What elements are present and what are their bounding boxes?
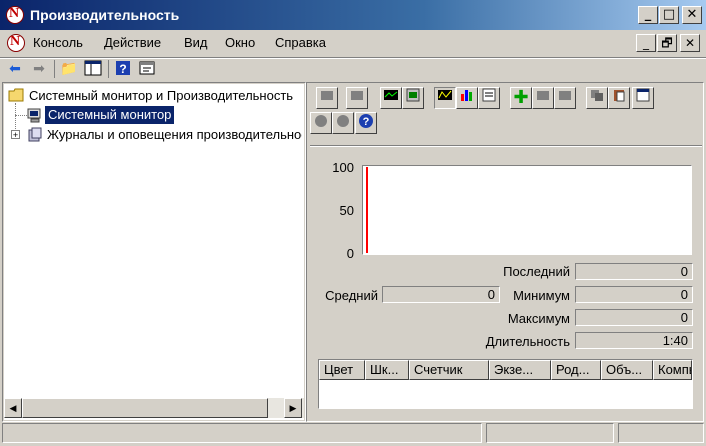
tree-item-logs-alerts[interactable]: Журналы и оповещения производительности	[47, 127, 302, 142]
y-axis-tick-0: 0	[346, 246, 354, 261]
help-glyph: ?	[363, 116, 370, 128]
column-scale[interactable]: Шк...	[365, 360, 409, 380]
maximum-label: Максимум	[507, 311, 570, 326]
tree-line	[15, 115, 27, 117]
paste-counter-list-icon[interactable]	[608, 87, 630, 109]
last-label: Последний	[503, 264, 570, 279]
toolbar-divider-light	[0, 58, 706, 59]
window-title: Производительность	[30, 7, 180, 23]
view-current-activity-icon[interactable]	[380, 87, 402, 109]
show-hide-tree-icon[interactable]	[84, 60, 102, 78]
status-bar-panel-3	[618, 423, 704, 443]
mdi-minimize-button[interactable]: _	[636, 34, 656, 52]
maximum-value: 0	[575, 309, 693, 326]
help-icon[interactable]: ?	[114, 60, 132, 78]
menu-console[interactable]: Консоль	[33, 35, 83, 50]
view-report-icon[interactable]	[478, 87, 500, 109]
view-log-data-icon[interactable]	[402, 87, 424, 109]
up-folder-icon[interactable]: 📁	[60, 60, 78, 78]
menu-help[interactable]: Справка	[275, 35, 326, 50]
app-logo-icon	[6, 6, 24, 24]
sysmon-properties-icon[interactable]	[632, 87, 654, 109]
column-computer[interactable]: Компьютер	[653, 360, 692, 380]
tree-expander-plus[interactable]: +	[11, 130, 20, 140]
properties-icon[interactable]	[138, 60, 156, 78]
scroll-right-button[interactable]: ▶	[284, 398, 302, 418]
logs-alerts-icon	[27, 127, 43, 146]
menu-action[interactable]: Действие	[104, 35, 161, 50]
minimum-value: 0	[575, 286, 693, 303]
view-histogram-icon[interactable]	[456, 87, 478, 109]
last-value: 0	[575, 263, 693, 280]
column-parent[interactable]: Род...	[551, 360, 601, 380]
forward-arrow-icon[interactable]: ➡	[30, 60, 48, 78]
toolbar-separator	[54, 60, 55, 78]
svg-text:?: ?	[119, 62, 126, 76]
toolbar-separator	[108, 60, 109, 78]
system-monitor-icon	[27, 107, 43, 126]
y-axis-tick-100: 100	[332, 160, 354, 175]
average-label: Средний	[325, 288, 378, 303]
duration-label: Длительность	[485, 334, 570, 349]
status-bar-panel-2	[486, 423, 614, 443]
clear-display-icon[interactable]	[346, 87, 368, 109]
column-instance[interactable]: Экзе...	[489, 360, 551, 380]
column-object[interactable]: Объ...	[601, 360, 653, 380]
back-arrow-icon[interactable]: ⬅	[6, 60, 24, 78]
freeze-display-icon[interactable]	[310, 112, 332, 134]
close-button[interactable]: ✕	[682, 6, 702, 24]
status-bar-main	[2, 423, 482, 443]
sysmon-divider-light	[310, 146, 702, 147]
scroll-left-button[interactable]: ◀	[4, 398, 22, 418]
minimize-button[interactable]: _	[638, 6, 658, 24]
update-data-icon[interactable]	[332, 112, 354, 134]
console-icon[interactable]	[7, 34, 25, 52]
highlight-icon[interactable]	[554, 87, 576, 109]
column-counter[interactable]: Счетчик	[409, 360, 489, 380]
view-graph-icon[interactable]	[434, 87, 456, 109]
maximize-button[interactable]: □	[659, 6, 679, 24]
graph-area[interactable]	[362, 165, 692, 255]
menu-view[interactable]: Вид	[184, 35, 208, 50]
new-counter-set-icon[interactable]	[316, 87, 338, 109]
column-color[interactable]: Цвет	[319, 360, 365, 380]
sysmon-help-icon[interactable]: ?	[355, 112, 377, 134]
y-axis-tick-50: 50	[339, 203, 354, 218]
mdi-close-button[interactable]: ✕	[680, 34, 700, 52]
scroll-thumb[interactable]	[22, 398, 268, 418]
menu-window[interactable]: Окно	[225, 35, 255, 50]
average-value: 0	[382, 286, 500, 303]
add-counter-icon[interactable]: ✚	[510, 87, 532, 109]
copy-properties-icon[interactable]	[586, 87, 608, 109]
duration-value: 1:40	[575, 332, 693, 349]
graph-time-bar	[366, 167, 368, 253]
tree-root-label[interactable]: Системный монитор и Производительность	[29, 88, 302, 103]
mdi-restore-button[interactable]: 🗗	[657, 34, 677, 52]
delete-counter-icon[interactable]	[532, 87, 554, 109]
tree-item-system-monitor[interactable]: Системный монитор	[45, 106, 175, 124]
minimum-label: Минимум	[513, 288, 570, 303]
